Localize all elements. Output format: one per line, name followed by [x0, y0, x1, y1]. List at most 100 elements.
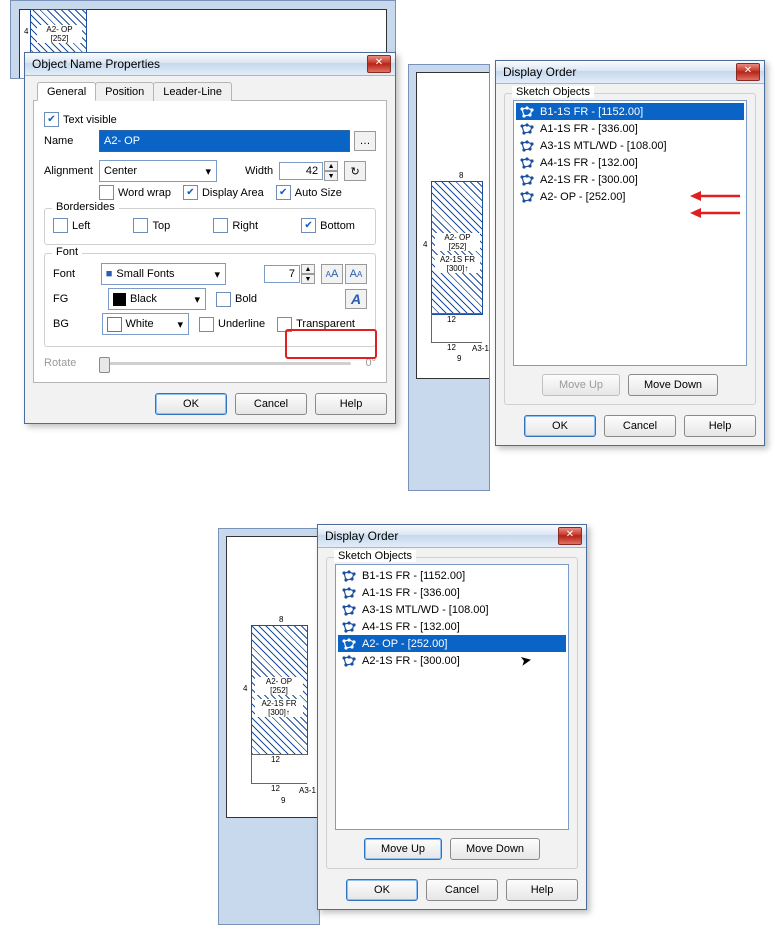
auto-size-checkbox[interactable]: ✔Auto Size — [276, 185, 342, 200]
chevron-down-icon: ▾ — [211, 268, 223, 281]
chevron-down-icon: ▾ — [202, 165, 214, 178]
tab-general[interactable]: General — [37, 82, 96, 101]
titlebar[interactable]: Object Name Properties ✕ — [25, 53, 395, 76]
list-item-label: A4-1S FR - [132.00] — [540, 157, 638, 169]
fg-color-select[interactable]: Black▾ — [108, 288, 206, 310]
display-area-checkbox[interactable]: ✔Display Area — [183, 185, 264, 200]
display-order-window-2: Display Order ✕ Sketch Objects B1-1S FR … — [317, 524, 587, 910]
text-visible-checkbox[interactable]: ✔Text visible — [44, 112, 117, 127]
ok-button[interactable]: OK — [155, 393, 227, 415]
list-item[interactable]: A2- OP - [252.00] — [338, 635, 566, 652]
font-style-button[interactable]: A — [345, 289, 367, 309]
alignment-select[interactable]: Center▾ — [99, 160, 217, 182]
list-item-label: A1-1S FR - [336.00] — [540, 123, 638, 135]
tab-position[interactable]: Position — [95, 82, 154, 101]
font-larger-button[interactable]: AA — [345, 264, 367, 284]
sketch-objects-group: Sketch Objects B1-1S FR - [1152.00]A1-1S… — [504, 93, 756, 405]
sketch-objects-list[interactable]: B1-1S FR - [1152.00] A1-1S FR - [336.00] A… — [513, 100, 747, 366]
help-button[interactable]: Help — [315, 393, 387, 415]
titlebar[interactable]: Display Order ✕ — [496, 61, 764, 84]
canvas-inner-2: 8 4 A2- OP[252] A2-1S FR[300]↑ 12 12 9 A… — [416, 72, 489, 379]
list-item[interactable]: A1-1S FR - [336.00] — [338, 584, 566, 601]
list-item[interactable]: A4-1S FR - [132.00] — [338, 618, 566, 635]
object-name-properties-window: Object Name Properties ✕ General Positio… — [24, 52, 396, 424]
list-item[interactable]: A1-1S FR - [336.00] — [516, 120, 744, 137]
move-down-button[interactable]: Move Down — [628, 374, 718, 396]
close-icon[interactable]: ✕ — [367, 55, 391, 73]
list-item-label: A3-1S MTL/WD - [108.00] — [362, 604, 489, 616]
list-item-label: B1-1S FR - [1152.00] — [540, 106, 643, 118]
font-size-spin-up[interactable]: ▲ — [301, 264, 315, 274]
sketch-objects-list[interactable]: B1-1S FR - [1152.00] A1-1S FR - [336.00] A… — [335, 564, 569, 830]
cancel-button[interactable]: Cancel — [426, 879, 498, 901]
shape-label: A2- OP[252] — [37, 25, 82, 43]
dim-label: 12 — [447, 344, 456, 352]
move-down-button[interactable]: Move Down — [450, 838, 540, 860]
font-smaller-button[interactable]: AA — [321, 264, 343, 284]
dim-label: A3-1 — [299, 787, 316, 795]
tab-leader-line[interactable]: Leader-Line — [153, 82, 232, 101]
list-item-label: A3-1S MTL/WD - [108.00] — [540, 140, 667, 152]
close-icon[interactable]: ✕ — [736, 63, 760, 81]
shape-label: A2-1S FR[300]↑ — [255, 699, 303, 717]
titlebar[interactable]: Display Order ✕ — [318, 525, 586, 548]
refresh-button[interactable]: ↻ — [344, 161, 366, 181]
bg-color-select[interactable]: White▾ — [102, 313, 189, 335]
list-item[interactable]: B1-1S FR - [1152.00] — [338, 567, 566, 584]
sketch-object-icon — [520, 106, 534, 118]
list-item-label: A2-1S FR - [300.00] — [362, 655, 460, 667]
move-up-button[interactable]: Move Up — [364, 838, 442, 860]
ok-button[interactable]: OK — [524, 415, 596, 437]
bg-label: BG — [53, 318, 102, 330]
name-more-button[interactable]: … — [354, 131, 376, 151]
list-item[interactable]: B1-1S FR - [1152.00] — [516, 103, 744, 120]
rotate-slider[interactable] — [99, 362, 351, 365]
border-right-checkbox[interactable]: Right — [213, 218, 258, 233]
list-item-label: A2-1S FR - [300.00] — [540, 174, 638, 186]
sketch-object-icon — [520, 157, 534, 169]
bordersides-group: Bordersides Left Top Right ✔Bottom — [44, 208, 376, 245]
name-label: Name — [44, 135, 99, 147]
list-item[interactable]: A3-1S MTL/WD - [108.00] — [516, 137, 744, 154]
font-size-input[interactable] — [264, 265, 300, 283]
close-icon[interactable]: ✕ — [558, 527, 582, 545]
dim-label: 9 — [281, 797, 285, 805]
highlight-annotation — [285, 329, 377, 359]
cancel-button[interactable]: Cancel — [235, 393, 307, 415]
list-item-label: B1-1S FR - [1152.00] — [362, 570, 465, 582]
dim-label: 4 — [423, 241, 427, 249]
dim-label: A3-1 — [472, 345, 489, 353]
dim-label: 9 — [457, 355, 461, 363]
border-left-checkbox[interactable]: Left — [53, 218, 90, 233]
list-item[interactable]: A3-1S MTL/WD - [108.00] — [338, 601, 566, 618]
move-up-button[interactable]: Move Up — [542, 374, 620, 396]
list-item[interactable]: A2-1S FR - [300.00] — [516, 171, 744, 188]
font-group: Font Font ■ Small Fonts▾ ▲ ▼ AA AA — [44, 253, 376, 347]
border-top-checkbox[interactable]: Top — [133, 218, 170, 233]
cursor-icon: ➤ — [519, 651, 534, 670]
word-wrap-checkbox[interactable]: Word wrap — [99, 185, 171, 200]
sketch-object-icon — [520, 123, 534, 135]
width-spin-up[interactable]: ▲ — [324, 161, 338, 171]
list-item-label: A4-1S FR - [132.00] — [362, 621, 460, 633]
window-title: Display Order — [503, 65, 736, 79]
bold-checkbox[interactable]: Bold — [216, 292, 257, 307]
sketch-object-icon — [342, 570, 356, 582]
border-bottom-checkbox[interactable]: ✔Bottom — [301, 218, 355, 233]
list-item[interactable]: A4-1S FR - [132.00] — [516, 154, 744, 171]
help-button[interactable]: Help — [684, 415, 756, 437]
help-button[interactable]: Help — [506, 879, 578, 901]
ok-button[interactable]: OK — [346, 879, 418, 901]
width-input[interactable] — [279, 162, 323, 180]
font-size-spin-down[interactable]: ▼ — [301, 274, 315, 284]
underline-checkbox[interactable]: Underline — [199, 317, 265, 332]
sketch-object-icon — [520, 140, 534, 152]
cancel-button[interactable]: Cancel — [604, 415, 676, 437]
width-spin-down[interactable]: ▼ — [324, 171, 338, 181]
arrow-annotation — [690, 206, 740, 220]
alignment-label: Alignment — [44, 165, 99, 177]
name-input[interactable] — [99, 130, 350, 152]
shape-label: A2- OP[252] — [435, 233, 480, 251]
font-select[interactable]: ■ Small Fonts▾ — [101, 263, 226, 285]
sketch-object-icon — [342, 655, 356, 667]
